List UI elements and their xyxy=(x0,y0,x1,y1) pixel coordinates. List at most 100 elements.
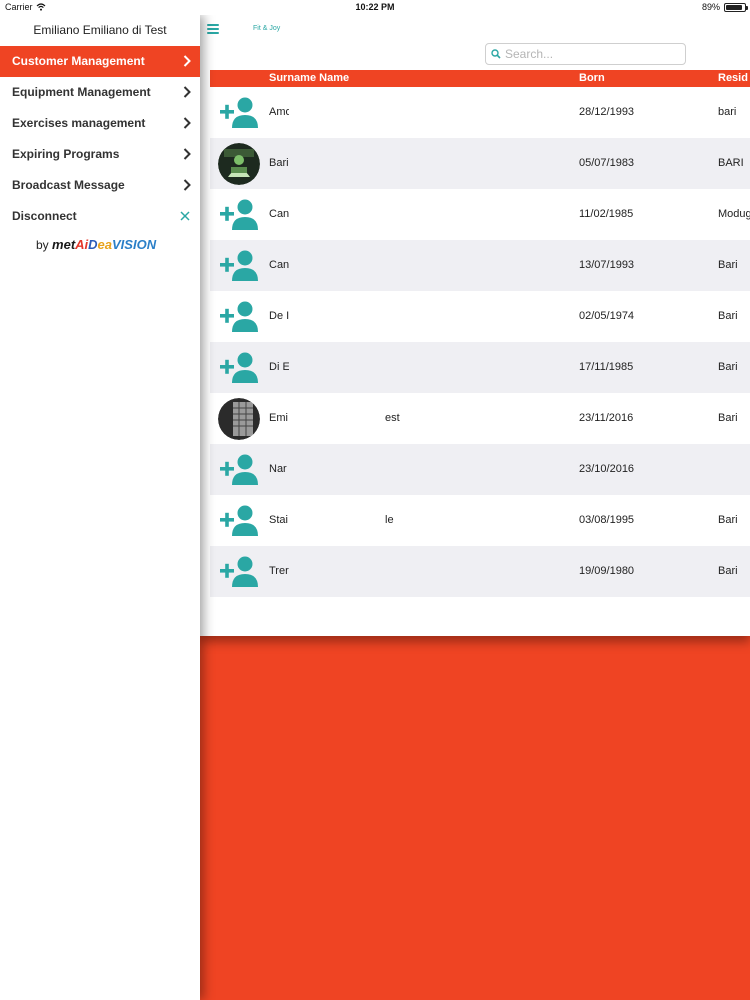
screen: Carrier 10:22 PM 89% Fit & Joy Search...… xyxy=(0,0,750,1000)
chevron-right-icon xyxy=(183,117,191,129)
cell-residence: Bari xyxy=(718,361,738,373)
cell-name: Can xyxy=(269,208,289,220)
cell-born: 23/11/2016 xyxy=(579,412,634,424)
table-row[interactable]: Bari 05/07/1983 BARI xyxy=(210,138,750,189)
search-input[interactable] xyxy=(505,47,675,61)
table-row[interactable]: Nar 23/10/2016 xyxy=(210,444,750,495)
cell-born: 23/10/2016 xyxy=(579,463,635,475)
table-row[interactable]: Trer 19/09/1980 Bari xyxy=(210,546,750,597)
search-bar[interactable] xyxy=(485,43,686,65)
brand-logo-part: D xyxy=(88,237,98,252)
column-header-residence[interactable]: Resid xyxy=(718,72,748,84)
cell-name: Nar xyxy=(269,463,287,475)
cell-born: 05/07/1983 xyxy=(579,157,635,169)
brand-logo-part: met xyxy=(52,237,76,252)
customer-table: Surname Name Born Resid Amo 28/12/1993 bar… xyxy=(210,70,750,597)
status-time: 10:22 PM xyxy=(355,2,395,12)
table-row[interactable]: Can 11/02/1985 Modug xyxy=(210,189,750,240)
cell-name: Bari xyxy=(269,157,289,169)
table-row[interactable]: De I 02/05/1974 Bari xyxy=(210,291,750,342)
red-background xyxy=(200,636,750,1000)
add-user-icon[interactable] xyxy=(218,500,260,542)
menu-item-broadcast-message[interactable]: Broadcast Message xyxy=(0,170,200,201)
cell-born: 03/08/1995 xyxy=(579,514,635,526)
chevron-right-icon xyxy=(183,86,191,98)
menu-item-customer-management[interactable]: Customer Management xyxy=(0,46,200,77)
user-name: Emiliano Emiliano di Test xyxy=(33,23,167,37)
cell-name: Di E xyxy=(269,361,289,373)
chevron-right-icon xyxy=(183,55,191,67)
menu-icon-line xyxy=(207,28,219,30)
table-body: Amo 28/12/1993 bari Bari 05/07/1983 BARI Can 11… xyxy=(210,87,750,597)
menu-icon-line xyxy=(207,24,219,26)
cell-residence: Bari xyxy=(718,514,738,526)
avatar-photo[interactable] xyxy=(218,398,260,440)
menu-item-label: Customer Management xyxy=(12,54,145,68)
table-header: Surname Name Born Resid xyxy=(210,70,750,87)
menu-item-exercises-management[interactable]: Exercises management xyxy=(0,108,200,139)
search-icon xyxy=(491,49,501,59)
add-user-icon[interactable] xyxy=(218,245,260,287)
brand-credit: by metAiDeaVISION xyxy=(36,237,156,252)
cell-name: De I xyxy=(269,310,289,322)
table-row[interactable]: Stai le 03/08/1995 Bari xyxy=(210,495,750,546)
hamburger-menu-button[interactable] xyxy=(207,24,219,34)
table-row[interactable]: Can 13/07/1993 Bari xyxy=(210,240,750,291)
cell-name-tail: le xyxy=(385,514,394,526)
table-row[interactable]: Amo 28/12/1993 bari xyxy=(210,87,750,138)
cell-residence: Bari xyxy=(718,412,738,424)
chevron-right-icon xyxy=(183,179,191,191)
side-menu: Emiliano Emiliano di Test Customer Manag… xyxy=(0,15,200,1000)
column-header-surname-name[interactable]: Surname Name xyxy=(269,72,349,84)
menu-item-label: Exercises management xyxy=(12,116,146,130)
add-user-icon[interactable] xyxy=(218,92,260,134)
brand-logo: metAiDeaVISION xyxy=(52,237,156,252)
chevron-right-icon xyxy=(183,148,191,160)
cell-name: Amo xyxy=(269,106,289,118)
add-user-icon[interactable] xyxy=(218,449,260,491)
cell-name-tail: est xyxy=(385,412,400,424)
cell-born: 13/07/1993 xyxy=(579,259,635,271)
column-header-born[interactable]: Born xyxy=(579,72,605,84)
brand-by: by xyxy=(36,238,49,252)
cell-residence: Bari xyxy=(718,565,738,577)
table-row[interactable]: Di E 17/11/1985 Bari xyxy=(210,342,750,393)
battery-fill xyxy=(726,4,743,10)
brand-logo-part: VISION xyxy=(112,237,157,252)
battery-icon xyxy=(724,2,748,12)
cell-name: Emi xyxy=(269,412,288,424)
avatar-photo[interactable] xyxy=(218,143,260,185)
add-user-icon[interactable] xyxy=(218,347,260,389)
menu-item-label: Disconnect xyxy=(12,209,77,223)
cell-name: Trer xyxy=(269,565,289,577)
menu-item-label: Expiring Programs xyxy=(12,147,120,161)
menu-list: Customer Management Equipment Management… xyxy=(0,46,200,232)
cell-name: Stai xyxy=(269,514,288,526)
cell-born: 28/12/1993 xyxy=(579,106,635,118)
menu-item-label: Equipment Management xyxy=(12,85,151,99)
close-icon xyxy=(180,211,190,221)
menu-item-expiring-programs[interactable]: Expiring Programs xyxy=(0,139,200,170)
status-bar: Carrier 10:22 PM 89% xyxy=(0,0,750,15)
menu-item-equipment-management[interactable]: Equipment Management xyxy=(0,77,200,108)
cell-residence: Bari xyxy=(718,259,738,271)
cell-residence: bari xyxy=(718,106,737,118)
menu-item-label: Broadcast Message xyxy=(12,178,125,192)
brand-logo-part: ea xyxy=(97,237,113,252)
status-right: 89% xyxy=(701,2,748,12)
cell-born: 11/02/1985 xyxy=(579,208,634,220)
battery-percent: 89% xyxy=(701,2,720,12)
add-user-icon[interactable] xyxy=(218,551,260,593)
menu-item-disconnect[interactable]: Disconnect xyxy=(0,201,200,232)
menu-icon-line xyxy=(207,32,219,34)
add-user-icon[interactable] xyxy=(218,296,260,338)
table-row[interactable]: Emi est 23/11/2016 Bari xyxy=(210,393,750,444)
add-user-icon[interactable] xyxy=(218,194,260,236)
brand-logo-part: Ai xyxy=(75,237,89,252)
main-panel: Fit & Joy Surname Name Born Resid Amo 28/… xyxy=(200,15,750,636)
cell-residence: BARI xyxy=(718,157,744,169)
cell-born: 02/05/1974 xyxy=(579,310,635,322)
cell-born: 17/11/1985 xyxy=(579,361,634,373)
cell-name: Can xyxy=(269,259,289,271)
app-title: Fit & Joy xyxy=(253,25,281,32)
